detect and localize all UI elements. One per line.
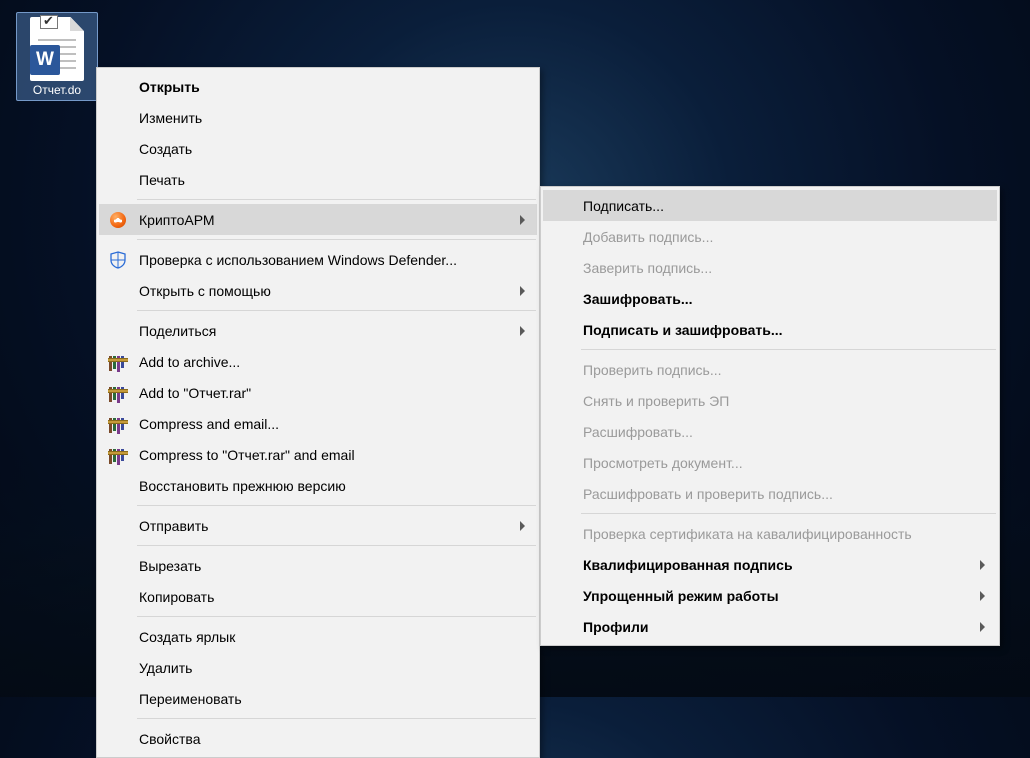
winrar-icon <box>107 444 129 466</box>
defender-shield-icon <box>107 249 129 271</box>
menu-rar-add-named[interactable]: Add to "Отчет.rar" <box>99 377 537 408</box>
context-menu: Открыть Изменить Создать Печать КриптоАР… <box>96 67 540 758</box>
menu-restore[interactable]: Восстановить прежнюю версию <box>99 470 537 501</box>
submenu-decrypt-verify[interactable]: Расшифровать и проверить подпись... <box>543 478 997 509</box>
menu-cut[interactable]: Вырезать <box>99 550 537 581</box>
submenu-verify-sign[interactable]: Проверить подпись... <box>543 354 997 385</box>
menu-rar-add[interactable]: Add to archive... <box>99 346 537 377</box>
cryptoarm-icon <box>107 209 129 231</box>
submenu-arrow-icon <box>980 622 985 632</box>
menu-separator <box>137 310 536 311</box>
menu-shortcut[interactable]: Создать ярлык <box>99 621 537 652</box>
submenu-encrypt[interactable]: Зашифровать... <box>543 283 997 314</box>
submenu-sign[interactable]: Подписать... <box>543 190 997 221</box>
checkmark-badge-icon <box>40 15 58 29</box>
submenu-sign-encrypt[interactable]: Подписать и зашифровать... <box>543 314 997 345</box>
menu-separator <box>137 545 536 546</box>
submenu-arrow-icon <box>520 286 525 296</box>
menu-separator <box>581 513 996 514</box>
submenu-view-doc[interactable]: Просмотреть документ... <box>543 447 997 478</box>
submenu-qualified-sign[interactable]: Квалифицированная подпись <box>543 549 997 580</box>
menu-separator <box>581 349 996 350</box>
menu-cryptoarm[interactable]: КриптоАРМ <box>99 204 537 235</box>
menu-send[interactable]: Отправить <box>99 510 537 541</box>
word-file-icon: W <box>30 17 84 81</box>
submenu-profiles[interactable]: Профили <box>543 611 997 642</box>
menu-delete[interactable]: Удалить <box>99 652 537 683</box>
submenu-add-sign[interactable]: Добавить подпись... <box>543 221 997 252</box>
file-label: Отчет.do <box>19 83 95 97</box>
menu-separator <box>137 616 536 617</box>
menu-create[interactable]: Создать <box>99 133 537 164</box>
menu-rename[interactable]: Переименовать <box>99 683 537 714</box>
submenu-cert-check[interactable]: Проверка сертификата на кавалифицированн… <box>543 518 997 549</box>
submenu-simple-mode[interactable]: Упрощенный режим работы <box>543 580 997 611</box>
cryptoarm-submenu: Подписать... Добавить подпись... Заверит… <box>540 186 1000 646</box>
submenu-arrow-icon <box>520 326 525 336</box>
winrar-icon <box>107 351 129 373</box>
submenu-arrow-icon <box>980 560 985 570</box>
menu-properties[interactable]: Свойства <box>99 723 537 754</box>
submenu-remove-verify[interactable]: Снять и проверить ЭП <box>543 385 997 416</box>
menu-copy[interactable]: Копировать <box>99 581 537 612</box>
word-badge-icon: W <box>30 45 60 75</box>
menu-separator <box>137 718 536 719</box>
winrar-icon <box>107 382 129 404</box>
winrar-icon <box>107 413 129 435</box>
submenu-arrow-icon <box>980 591 985 601</box>
menu-open[interactable]: Открыть <box>99 71 537 102</box>
menu-edit[interactable]: Изменить <box>99 102 537 133</box>
menu-rar-email[interactable]: Compress and email... <box>99 408 537 439</box>
menu-defender[interactable]: Проверка с использованием Windows Defend… <box>99 244 537 275</box>
submenu-arrow-icon <box>520 215 525 225</box>
submenu-certify-sign[interactable]: Заверить подпись... <box>543 252 997 283</box>
submenu-decrypt[interactable]: Расшифровать... <box>543 416 997 447</box>
menu-share[interactable]: Поделиться <box>99 315 537 346</box>
menu-separator <box>137 239 536 240</box>
menu-separator <box>137 505 536 506</box>
desktop-file-icon[interactable]: W Отчет.do <box>16 12 98 101</box>
menu-open-with[interactable]: Открыть с помощью <box>99 275 537 306</box>
submenu-arrow-icon <box>520 521 525 531</box>
menu-separator <box>137 199 536 200</box>
menu-rar-email-named[interactable]: Compress to "Отчет.rar" and email <box>99 439 537 470</box>
menu-print[interactable]: Печать <box>99 164 537 195</box>
